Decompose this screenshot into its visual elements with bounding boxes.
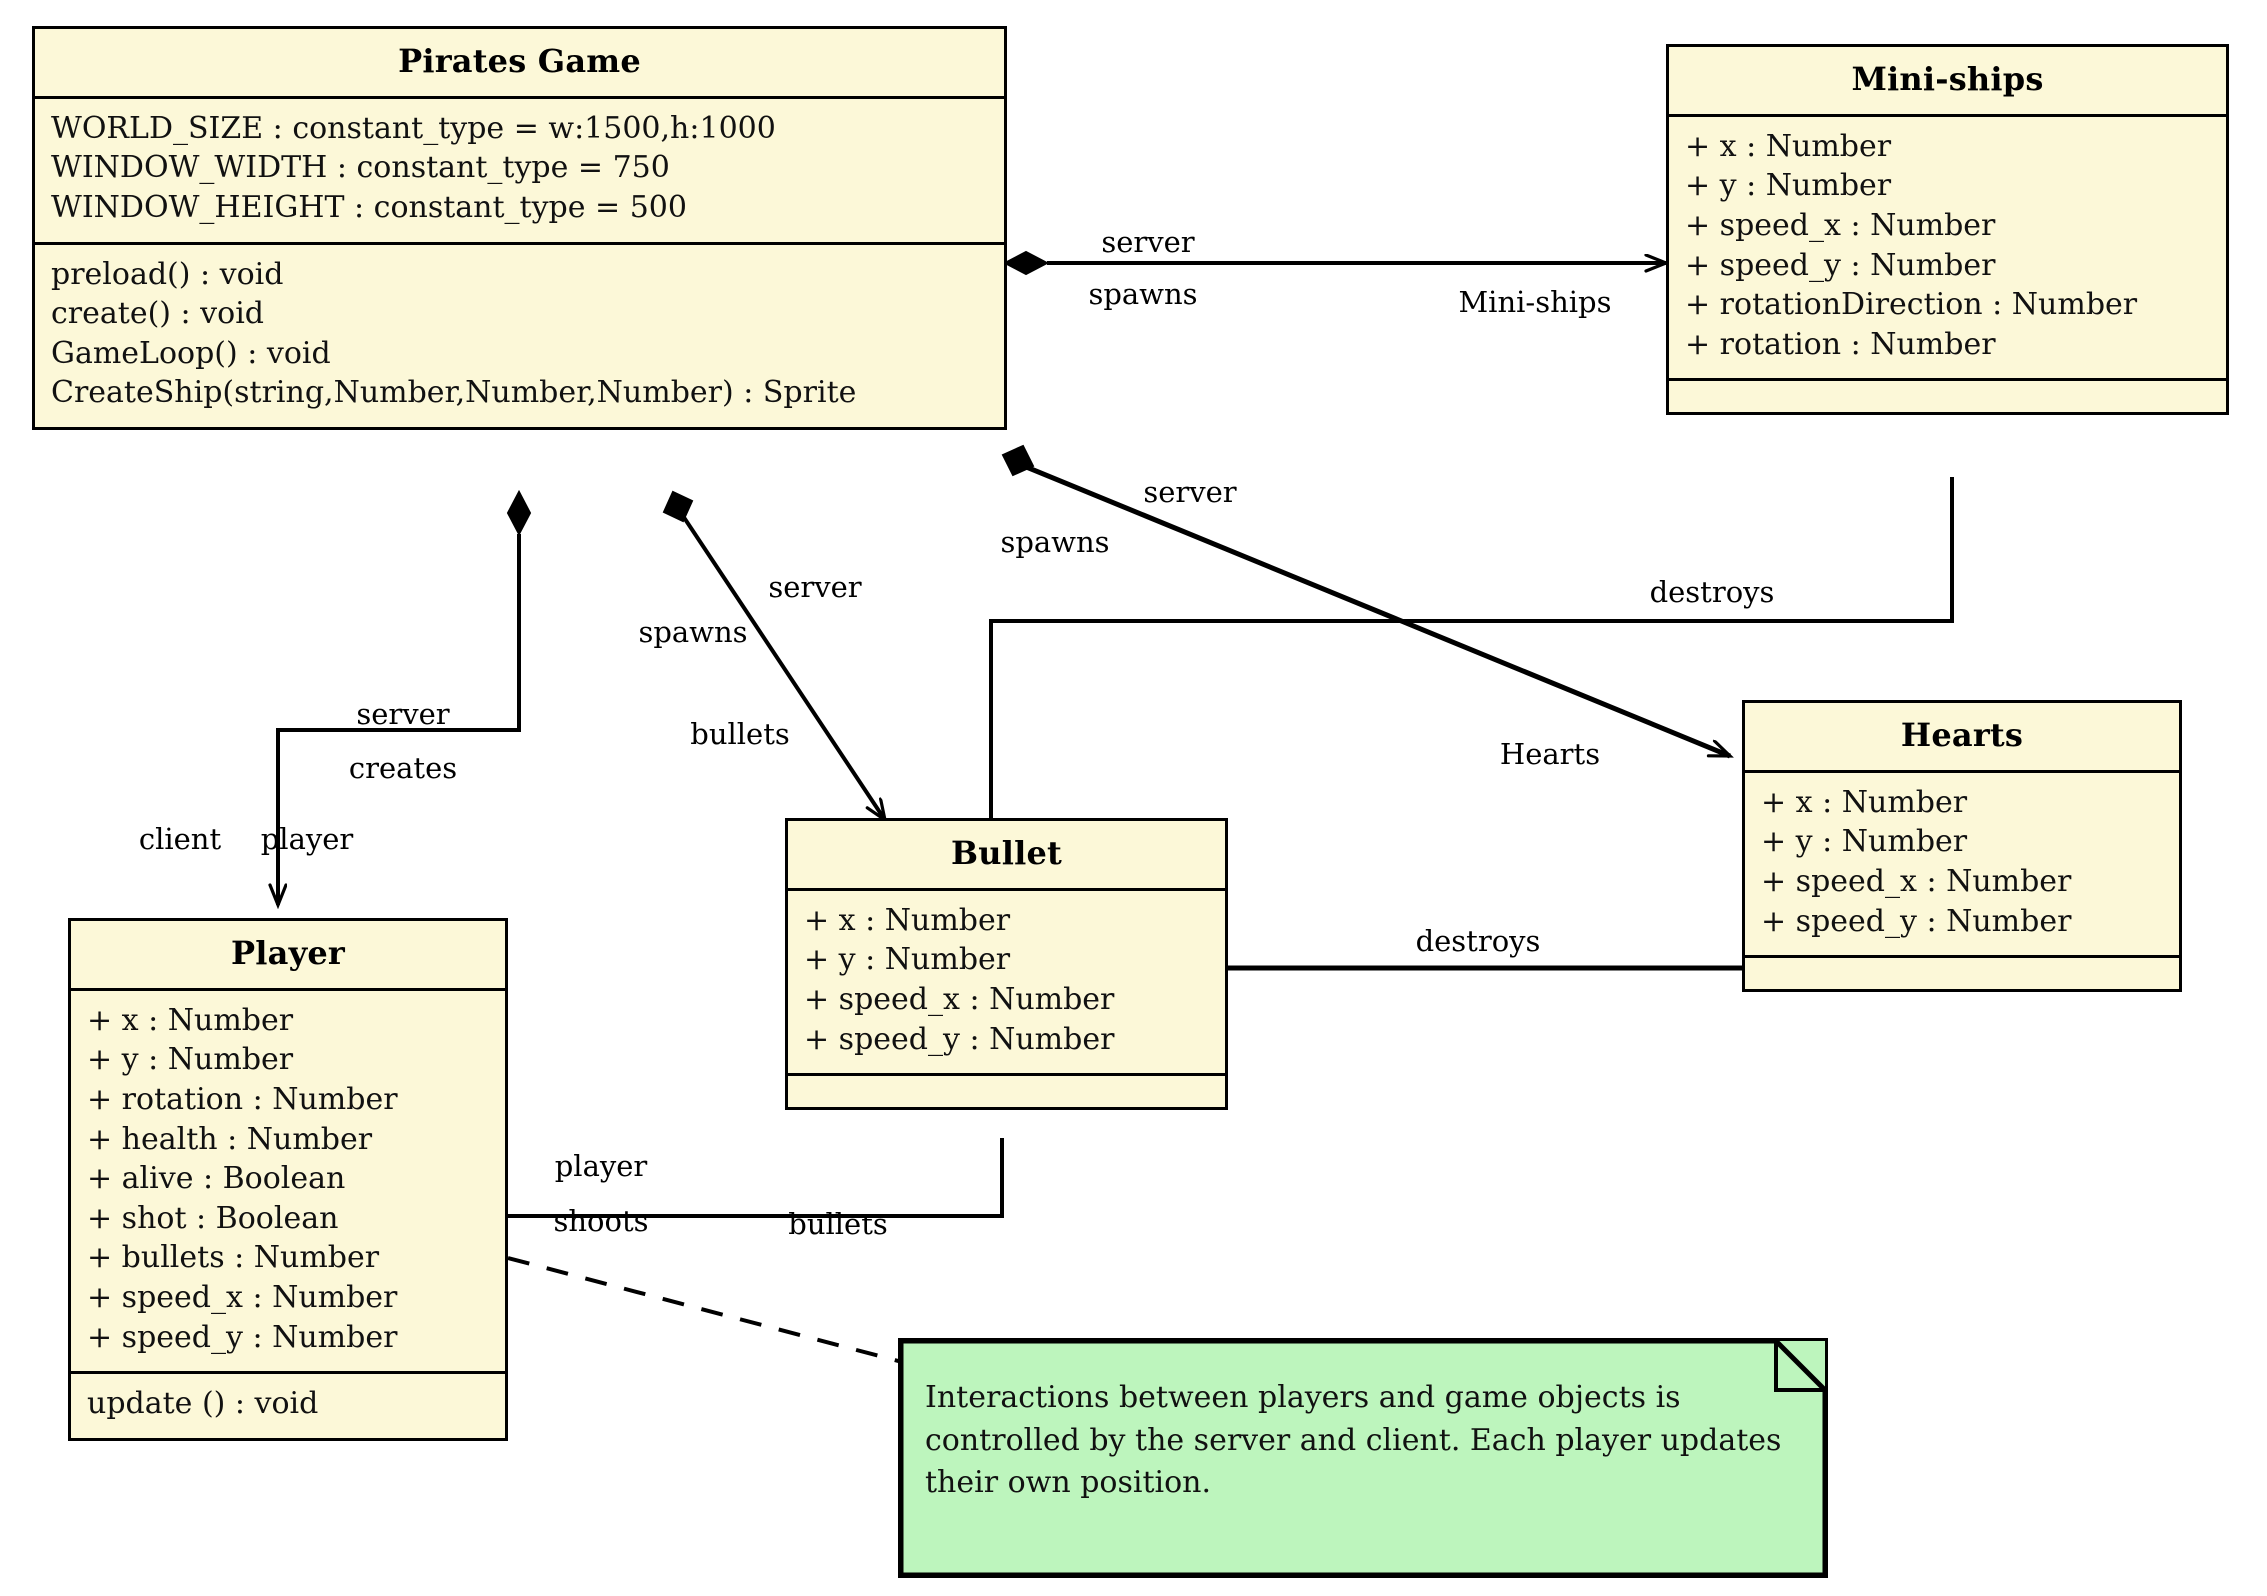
methods-compartment-hearts	[1745, 955, 2179, 989]
attribute-row: + speed_y : Number	[87, 1319, 398, 1355]
edge-label-bullets-role: bullets	[690, 717, 790, 751]
class-box-player[interactable]: Player + x : Number + y : Number + rotat…	[68, 918, 508, 1441]
attribute-row: + rotationDirection : Number	[1685, 287, 2138, 323]
methods-compartment-pirates-game: preload() : void create() : void GameLoo…	[35, 241, 1004, 427]
attribute-row: + speed_x : Number	[1761, 863, 2072, 899]
uml-class-diagram: Pirates Game WORLD_SIZE : constant_type …	[0, 0, 2267, 1596]
attribute-row: WINDOW_HEIGHT : constant_type = 500	[51, 189, 687, 225]
edge-label-player-role: player	[260, 822, 354, 856]
attribute-row: + alive : Boolean	[87, 1161, 346, 1197]
edge-player-to-note	[507, 1256, 903, 1364]
attributes-compartment-mini-ships: + x : Number + y : Number + speed_x : Nu…	[1669, 113, 2226, 379]
edge-label-destroys: destroys	[1649, 575, 1775, 609]
method-row: GameLoop() : void	[51, 335, 331, 371]
edge-line	[679, 511, 885, 820]
methods-compartment-mini-ships	[1669, 378, 2226, 412]
composition-diamond-icon	[1002, 250, 1050, 276]
methods-compartment-bullet	[788, 1073, 1225, 1107]
edge-label-server: server	[1101, 225, 1195, 259]
edge-label-destroys: destroys	[1415, 924, 1541, 958]
edge-label-server: server	[768, 570, 862, 604]
attribute-row: + speed_x : Number	[804, 981, 1115, 1017]
attribute-row: + x : Number	[804, 902, 1011, 938]
attributes-compartment-hearts: + x : Number + y : Number + speed_x : Nu…	[1745, 769, 2179, 955]
edge-label-hearts-role: Hearts	[1499, 737, 1601, 771]
note-text: Interactions between players and game ob…	[925, 1380, 1782, 1501]
class-box-mini-ships[interactable]: Mini-ships + x : Number + y : Number + s…	[1666, 44, 2229, 416]
attribute-row: + x : Number	[1685, 128, 1892, 164]
attribute-row: + bullets : Number	[87, 1240, 380, 1276]
edge-label-bullets-role: bullets	[788, 1207, 888, 1241]
edge-label-creates: creates	[348, 751, 458, 785]
attribute-row: + x : Number	[87, 1002, 294, 1038]
class-name-hearts: Hearts	[1900, 716, 2024, 754]
attribute-row: + speed_y : Number	[1761, 903, 2072, 939]
attribute-row: + x : Number	[1761, 784, 1968, 820]
method-row: preload() : void	[51, 256, 284, 292]
edge-label-spawns: spawns	[1088, 277, 1198, 311]
attribute-row: + y : Number	[1685, 168, 1892, 204]
edge-label-spawns: spawns	[1000, 525, 1110, 559]
edge-line	[1023, 463, 1730, 759]
attribute-row: + y : Number	[804, 942, 1011, 978]
class-box-pirates-game[interactable]: Pirates Game WORLD_SIZE : constant_type …	[32, 26, 1007, 430]
attribute-row: + speed_y : Number	[804, 1021, 1115, 1057]
attribute-row: + rotation : Number	[1685, 326, 1996, 362]
attribute-row: + health : Number	[87, 1121, 373, 1157]
attributes-compartment-player: + x : Number + y : Number + rotation : N…	[71, 987, 505, 1371]
edge-label-server: server	[356, 697, 450, 731]
methods-compartment-player: update () : void	[71, 1371, 505, 1438]
attributes-compartment-pirates-game: WORLD_SIZE : constant_type = w:1500,h:10…	[35, 95, 1004, 242]
attribute-row: + speed_x : Number	[87, 1279, 398, 1315]
method-row: create() : void	[51, 296, 264, 332]
attribute-row: + speed_x : Number	[1685, 207, 1996, 243]
class-name-player: Player	[231, 934, 345, 972]
composition-diamond-icon	[1001, 444, 1035, 477]
attributes-compartment-bullet: + x : Number + y : Number + speed_x : Nu…	[788, 887, 1225, 1073]
edge-game-to-bullet	[662, 490, 885, 820]
method-row: CreateShip(string,Number,Number,Number) …	[51, 375, 857, 411]
attribute-row: + speed_y : Number	[1685, 247, 1996, 283]
class-name-mini-ships: Mini-ships	[1851, 60, 2044, 98]
edge-label-client: client	[138, 822, 222, 856]
class-name-pirates-game: Pirates Game	[398, 42, 641, 80]
attribute-row: + y : Number	[1761, 824, 1968, 860]
composition-diamond-icon	[662, 490, 694, 523]
edge-label-shoots: shoots	[553, 1204, 649, 1238]
composition-diamond-icon	[506, 489, 532, 537]
class-box-bullet[interactable]: Bullet + x : Number + y : Number + speed…	[785, 818, 1228, 1111]
attribute-row: + y : Number	[87, 1042, 294, 1078]
edge-label-server: server	[1143, 475, 1237, 509]
method-row: update () : void	[87, 1386, 319, 1422]
note-anchor-line	[507, 1256, 903, 1364]
attribute-row: WORLD_SIZE : constant_type = w:1500,h:10…	[51, 110, 776, 146]
edge-label-player-role: player	[554, 1149, 648, 1183]
note-box-interactions[interactable]: Interactions between players and game ob…	[898, 1338, 1828, 1578]
class-box-hearts[interactable]: Hearts + x : Number + y : Number + speed…	[1742, 700, 2182, 993]
attribute-row: + rotation : Number	[87, 1081, 398, 1117]
class-name-bullet: Bullet	[951, 834, 1062, 872]
attribute-row: WINDOW_WIDTH : constant_type = 750	[51, 150, 670, 186]
edge-label-mini-ships-role: Mini-ships	[1458, 285, 1612, 319]
edge-label-spawns: spawns	[638, 615, 748, 649]
edge-game-to-hearts	[1001, 444, 1730, 759]
attribute-row: + shot : Boolean	[87, 1200, 339, 1236]
